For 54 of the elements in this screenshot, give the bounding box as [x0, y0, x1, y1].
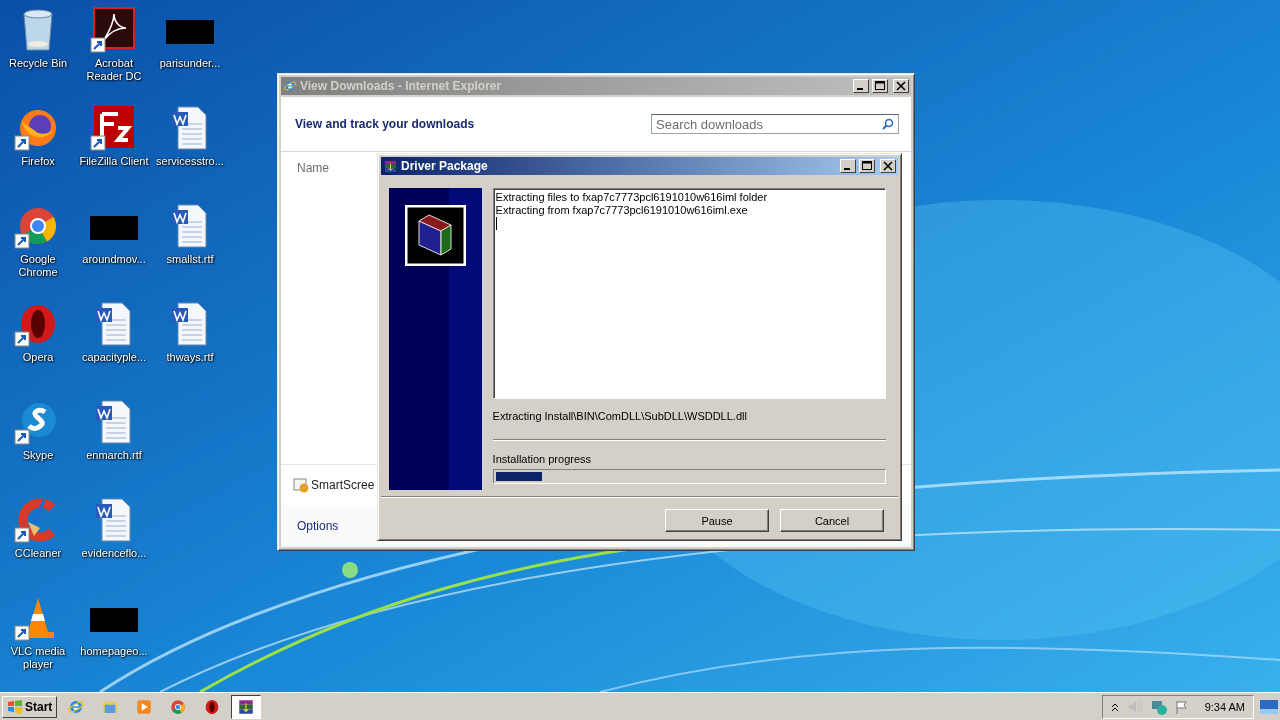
shield-warning-icon: [293, 477, 309, 493]
icon-label[interactable]: smallst.rtf: [166, 253, 214, 266]
column-header: Name: [297, 161, 329, 175]
icon-label[interactable]: homepageo...: [80, 645, 148, 658]
minimize-button[interactable]: [840, 159, 856, 173]
icon-label[interactable]: servicesstro...: [156, 155, 224, 168]
status-text: Extracting Install\BIN\ComDLL\SubDLL\WSDDLL.dll: [492, 410, 748, 422]
icon-label[interactable]: aroundmov...: [82, 253, 146, 266]
e-globe-icon: [283, 79, 297, 93]
window-title: View Downloads - Internet Explorer: [300, 79, 503, 93]
icon-label[interactable]: Recycle Bin: [8, 57, 68, 70]
icon-label[interactable]: capacityple...: [81, 351, 147, 364]
progress-label: Installation progress: [492, 453, 593, 465]
icon-label[interactable]: parisunder...: [159, 57, 221, 70]
stacked-books-icon: [383, 158, 398, 174]
icon-label[interactable]: FileZilla Client: [79, 155, 149, 168]
flag-icon[interactable]: [1174, 699, 1189, 714]
icon-label[interactable]: Google Chrome: [1, 253, 75, 279]
stacked-books-icon: [237, 697, 256, 716]
dialog-button[interactable]: Pause: [665, 509, 769, 532]
clock[interactable]: 9:34 AM: [1204, 700, 1245, 713]
search-icon: [882, 118, 894, 130]
minimize-button[interactable]: [853, 79, 869, 93]
log-line: Extracting from fxap7c7773pcl6191010w616iml.exe: [495, 204, 749, 217]
play-icon: [135, 697, 154, 716]
close-button[interactable]: [880, 159, 896, 173]
close-button[interactable]: [893, 79, 909, 93]
taskbar-button[interactable]: [231, 694, 262, 719]
icon-label[interactable]: Firefox: [21, 155, 55, 168]
log-line: Extracting files to fxap7c7773pcl6191010w616iml folder: [495, 191, 769, 204]
icon-label[interactable]: Opera: [22, 351, 54, 364]
maximize-button[interactable]: [872, 79, 888, 93]
search-field[interactable]: Search downloads: [651, 114, 899, 134]
options-link[interactable]: Options: [297, 519, 339, 533]
icon-label[interactable]: thways.rtf: [166, 351, 214, 364]
network-icon[interactable]: [1150, 698, 1167, 715]
icon-label[interactable]: Acrobat Reader DC: [77, 57, 151, 83]
page-heading: View and track your downloads: [295, 117, 475, 131]
show-desktop-icon[interactable]: [1260, 699, 1278, 714]
icon-label[interactable]: VLC media player: [1, 645, 75, 671]
window-title: Driver Package: [401, 159, 489, 173]
windows-flag-icon: [7, 699, 23, 714]
icon-label[interactable]: enmarch.rtf: [86, 449, 142, 462]
start-button[interactable]: Start: [2, 695, 58, 718]
text-cursor: [495, 217, 497, 230]
chevron-up-icon[interactable]: [1110, 701, 1119, 712]
icon-label[interactable]: CCleaner: [14, 547, 62, 560]
smartscreen-label: SmartScree: [311, 478, 375, 492]
icon-label[interactable]: evidenceflo...: [81, 547, 147, 560]
maximize-button[interactable]: [859, 159, 875, 173]
package-box-icon: [405, 205, 466, 266]
chrome-ball-icon: [169, 697, 188, 716]
dialog-button[interactable]: Cancel: [780, 509, 884, 532]
icon-label[interactable]: Skype: [22, 449, 54, 462]
